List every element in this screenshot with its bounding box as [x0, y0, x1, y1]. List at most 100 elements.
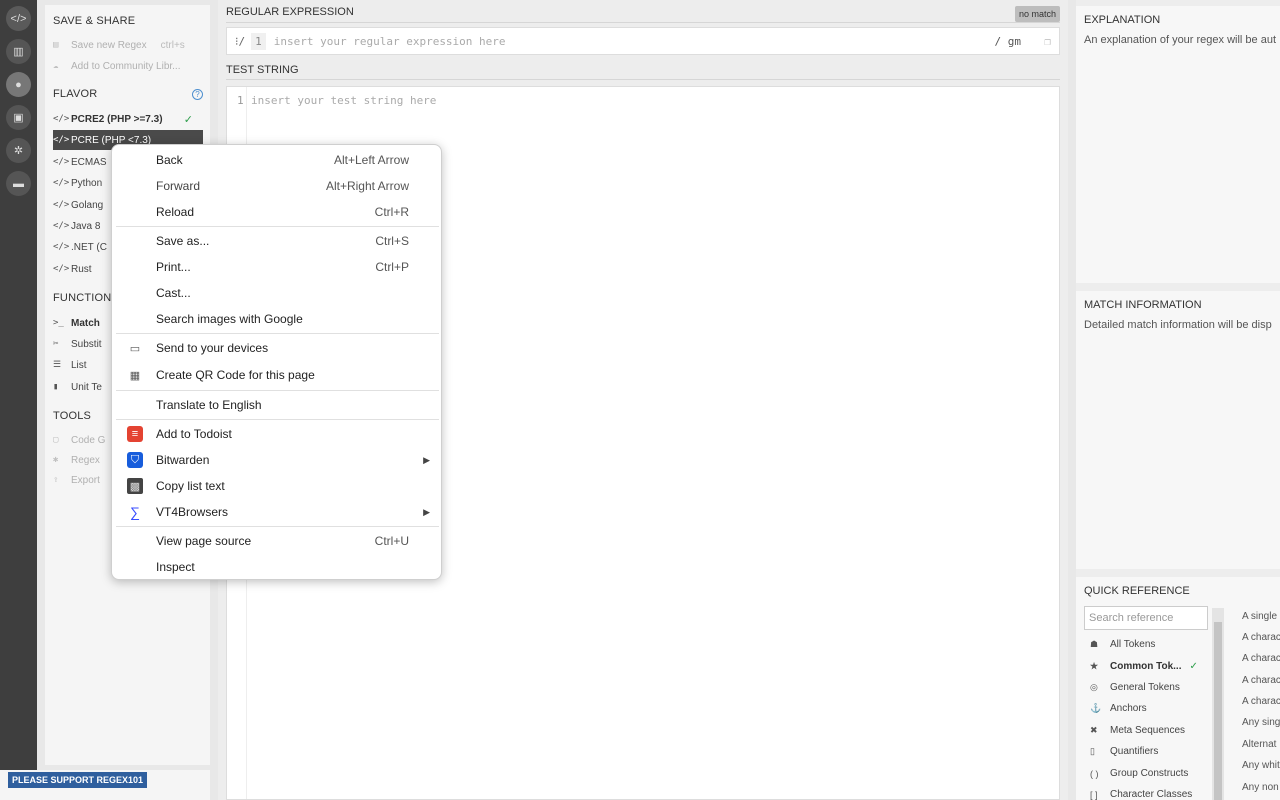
flavor-label: Rust [71, 263, 92, 275]
export-icon: ⇪ [53, 475, 59, 485]
regex-placeholder: insert your regular expression here [273, 34, 506, 48]
bug-icon: ✱ [53, 455, 59, 465]
qr-item-general-tokens[interactable]: ◎ General Tokens [1090, 682, 1180, 693]
flavor-label: .NET (C [71, 241, 107, 253]
anchor-icon: ⚓ [1090, 703, 1102, 713]
menu-item-bitwarden[interactable]: ⛉ Bitwarden ▶ [112, 447, 441, 473]
context-menu: Back Alt+Left Arrow Forward Alt+Right Ar… [111, 144, 442, 580]
menu-item-inspect[interactable]: Inspect [112, 554, 441, 580]
quick-reference-title: QUICK REFERENCE [1084, 585, 1190, 597]
explanation-text: An explanation of your regex will be aut [1084, 34, 1277, 46]
menu-item-view-source[interactable]: View page source Ctrl+U [112, 528, 441, 554]
qr-description[interactable]: Alternat [1242, 739, 1276, 750]
settings-icon[interactable]: ✲ [6, 138, 31, 163]
avatar[interactable]: ● [6, 72, 31, 97]
menu-item-vt4browsers[interactable]: ∑ VT4Browsers ▶ [112, 499, 441, 525]
target-icon: ◎ [1090, 682, 1098, 692]
line-number: 1 [251, 32, 266, 50]
reference-search-input[interactable]: Search reference [1084, 606, 1208, 630]
menu-item-create-qr-code[interactable]: ▦ Create QR Code for this page [112, 362, 441, 388]
add-community-button[interactable]: ☁ Add to Community Libr... [53, 56, 203, 76]
cloud-icon: ☁ [53, 61, 59, 71]
tools-label: Code G [71, 434, 106, 446]
code-icon: </> [53, 157, 70, 167]
flavor-label: ECMAS [71, 156, 107, 168]
menu-item-reload[interactable]: Reload Ctrl+R [112, 199, 441, 225]
qr-item-character-classes[interactable]: [ ] Character Classes [1090, 789, 1192, 800]
code-icon: </> [53, 178, 70, 188]
menu-item-add-to-todoist[interactable]: ≡ Add to Todoist [112, 421, 441, 447]
menu-item-forward[interactable]: Forward Alt+Right Arrow [112, 173, 441, 199]
tools-title: TOOLS [53, 410, 92, 422]
code-icon: </> [53, 264, 70, 274]
submenu-arrow-icon: ▶ [423, 506, 430, 517]
qr-item-quantifiers[interactable]: ▯ Quantifiers [1090, 746, 1158, 757]
test-string-placeholder: insert your test string here [251, 94, 437, 107]
right-panel: EXPLANATION An explanation of your regex… [1076, 0, 1280, 800]
code-icon[interactable]: </> [6, 6, 31, 31]
tools-label: Export [71, 474, 100, 486]
delimiter-button[interactable]: ⁝/ [227, 35, 245, 48]
scissors-icon: ✂ [53, 339, 59, 349]
flavor-item-pcre2[interactable]: </> PCRE2 (PHP >=7.3) ✓ [53, 109, 203, 129]
qr-description[interactable]: A charac [1242, 653, 1280, 664]
menu-item-print[interactable]: Print... Ctrl+P [112, 254, 441, 280]
regex-input[interactable]: ⁝/ 1 insert your regular expression here… [226, 27, 1060, 55]
qr-item-anchors[interactable]: ⚓ Anchors [1090, 703, 1147, 714]
code-icon: </> [53, 221, 70, 231]
check-icon: ✓ [183, 113, 193, 126]
menu-item-save-as[interactable]: Save as... Ctrl+S [112, 228, 441, 254]
code-file-icon: ▢ [53, 435, 59, 445]
group-icon: ( ) [1090, 768, 1099, 779]
menu-item-copy-list-text[interactable]: ▩ Copy list text [112, 473, 441, 499]
function-label: Match [71, 317, 100, 329]
divider [226, 79, 1060, 80]
qr-description[interactable]: Any whit [1242, 760, 1280, 771]
qr-description[interactable]: Any non [1242, 782, 1279, 793]
match-info-text: Detailed match information will be disp [1084, 319, 1272, 331]
library-icon[interactable]: ▥ [6, 39, 31, 64]
match-info-panel: MATCH INFORMATION Detailed match informa… [1076, 291, 1280, 569]
submenu-arrow-icon: ▶ [423, 454, 430, 465]
flags-button[interactable]: / gm [995, 35, 1022, 48]
regex-label: REGULAR EXPRESSION [226, 6, 354, 18]
help-icon[interactable]: ? [192, 89, 203, 100]
qr-description[interactable]: A charac [1242, 675, 1280, 686]
function-label: Substit [71, 338, 102, 350]
qr-item-group-constructs[interactable]: ( ) Group Constructs [1090, 768, 1188, 779]
menu-item-cast[interactable]: Cast... [112, 280, 441, 306]
code-icon: </> [53, 135, 70, 145]
qr-description[interactable]: A single [1242, 611, 1277, 622]
add-community-label: Add to Community Libr... [71, 60, 181, 72]
virustotal-icon: ∑ [130, 504, 140, 520]
function-title: FUNCTION [53, 292, 112, 304]
line-number: 1 [237, 94, 244, 107]
menu-separator [116, 526, 439, 527]
save-regex-button[interactable]: ▤ Save new Regex ctrl+s [53, 35, 203, 55]
menu-item-search-images[interactable]: Search images with Google [112, 306, 441, 332]
qr-code-icon: ▦ [129, 369, 141, 382]
chat-icon[interactable]: ▬ [6, 171, 31, 196]
menu-separator [116, 226, 439, 227]
qr-description[interactable]: A charac [1242, 632, 1280, 643]
flavor-label: PCRE2 (PHP >=7.3) [71, 113, 163, 125]
code-icon: </> [53, 200, 70, 210]
flavor-label: Python [71, 177, 103, 189]
qr-item-all-tokens[interactable]: ☗ All Tokens [1090, 639, 1155, 650]
menu-item-send-to-devices[interactable]: ▭ Send to your devices [112, 335, 441, 361]
qr-description[interactable]: A charac [1242, 696, 1280, 707]
gamepad-icon[interactable]: ▣ [6, 105, 31, 130]
support-panel: PLEASE SUPPORT REGEX101 [0, 770, 210, 800]
reference-scrollbar[interactable] [1212, 608, 1224, 800]
qr-item-meta-sequences[interactable]: ✖ Meta Sequences [1090, 725, 1185, 736]
qr-description[interactable]: Any sing [1242, 717, 1280, 728]
menu-item-back[interactable]: Back Alt+Left Arrow [112, 147, 441, 173]
copy-icon[interactable]: ❐ [1044, 35, 1051, 48]
match-info-title: MATCH INFORMATION [1084, 299, 1202, 311]
qr-item-common-tokens[interactable]: ★ Common Tok... ✓ [1090, 661, 1198, 672]
save-shortcut: ctrl+s [160, 39, 185, 51]
code-icon: </> [53, 114, 70, 124]
menu-separator [116, 419, 439, 420]
menu-item-translate[interactable]: Translate to English [112, 392, 441, 418]
function-label: Unit Te [71, 381, 102, 393]
